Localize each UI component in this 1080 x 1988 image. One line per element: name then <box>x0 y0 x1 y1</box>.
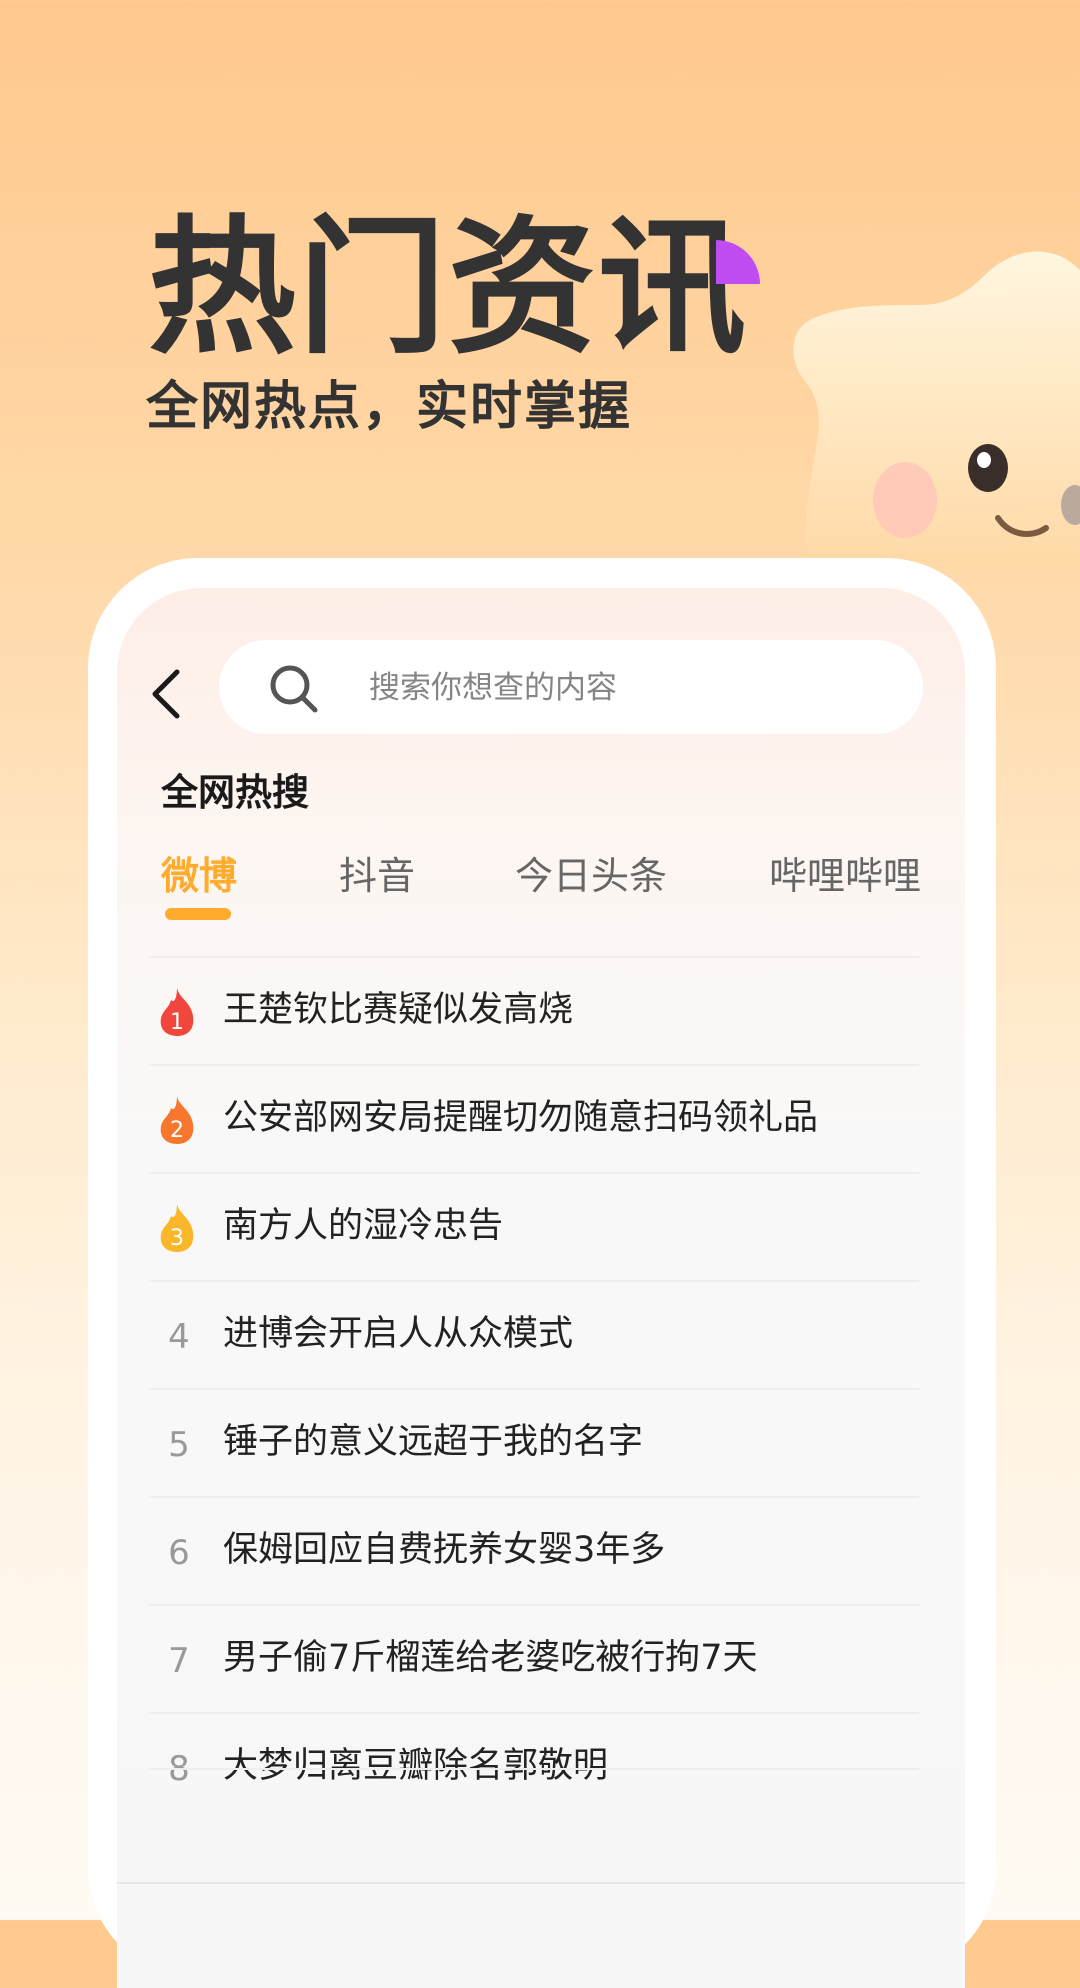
hero-subtitle: 全网热点，实时掌握 <box>146 377 633 437</box>
section-title: 全网热搜 <box>161 771 309 814</box>
list-item[interactable]: 4 进博会开启人从众模式 <box>149 1280 919 1388</box>
bottom-divider <box>117 1882 965 1884</box>
search-input[interactable] <box>367 662 891 714</box>
back-button[interactable] <box>147 666 187 722</box>
list-item-title: 男子偷7斤榴莲给老婆吃被行拘7天 <box>223 1638 758 1678</box>
list-item-title: 进博会开启人从众模式 <box>223 1314 574 1354</box>
flame-yellow-icon: 3 <box>160 1204 194 1252</box>
list-item[interactable]: 7 男子偷7斤榴莲给老婆吃被行拘7天 <box>149 1604 919 1712</box>
search-icon <box>270 665 318 713</box>
tab-bilibili[interactable]: 哔哩哔哩 <box>769 848 921 904</box>
list-item-title: 大梦归离豆瓣除名郭敬明 <box>223 1746 609 1786</box>
svg-text:2: 2 <box>170 1118 184 1143</box>
star-mascot-icon <box>793 251 1080 570</box>
svg-text:1: 1 <box>170 1010 184 1035</box>
hero-title: 热门资讯 <box>148 202 748 374</box>
list-item-title: 锤子的意义远超于我的名字 <box>223 1422 644 1462</box>
list-item-title: 公安部网安局提醒切勿随意扫码领礼品 <box>223 1098 819 1138</box>
tab-douyin[interactable]: 抖音 <box>339 848 415 904</box>
rank-number: 6 <box>168 1533 190 1573</box>
list-item-title: 南方人的湿冷忠告 <box>223 1206 504 1246</box>
list-item[interactable]: 5 锤子的意义远超于我的名字 <box>149 1388 919 1496</box>
list-item[interactable]: 8 大梦归离豆瓣除名郭敬明 <box>149 1712 919 1820</box>
rank-number: 5 <box>168 1425 190 1465</box>
svg-text:3: 3 <box>170 1226 184 1251</box>
hot-search-list: 1 王楚钦比赛疑似发高烧 2 公安部网安局提醒切勿随意扫码领礼品 3 南方人的湿… <box>149 956 919 1820</box>
list-item[interactable]: 6 保姆回应自费抚养女婴3年多 <box>149 1496 919 1604</box>
decorative-accent-shape <box>716 240 760 284</box>
list-divider <box>149 1768 919 1770</box>
list-item-title: 保姆回应自费抚养女婴3年多 <box>223 1530 666 1570</box>
active-tab-indicator <box>165 908 231 920</box>
rank-number: 7 <box>168 1641 190 1681</box>
list-item-title: 王楚钦比赛疑似发高烧 <box>223 990 574 1030</box>
list-item[interactable]: 3 南方人的湿冷忠告 <box>149 1172 919 1280</box>
tab-toutiao[interactable]: 今日头条 <box>515 848 667 904</box>
rank-number: 4 <box>168 1317 190 1357</box>
list-item[interactable]: 2 公安部网安局提醒切勿随意扫码领礼品 <box>149 1064 919 1172</box>
search-bar[interactable] <box>219 640 923 734</box>
tab-weibo[interactable]: 微博 <box>161 848 237 904</box>
phone-screen: 全网热搜 微博 抖音 今日头条 哔哩哔哩 1 王楚钦比赛疑似发高烧 2 公安部网… <box>117 588 965 1988</box>
flame-orange-icon: 2 <box>160 1096 194 1144</box>
flame-red-icon: 1 <box>160 988 194 1036</box>
list-item[interactable]: 1 王楚钦比赛疑似发高烧 <box>149 956 919 1064</box>
platform-tabs: 微博 抖音 今日头条 哔哩哔哩 <box>117 848 965 938</box>
